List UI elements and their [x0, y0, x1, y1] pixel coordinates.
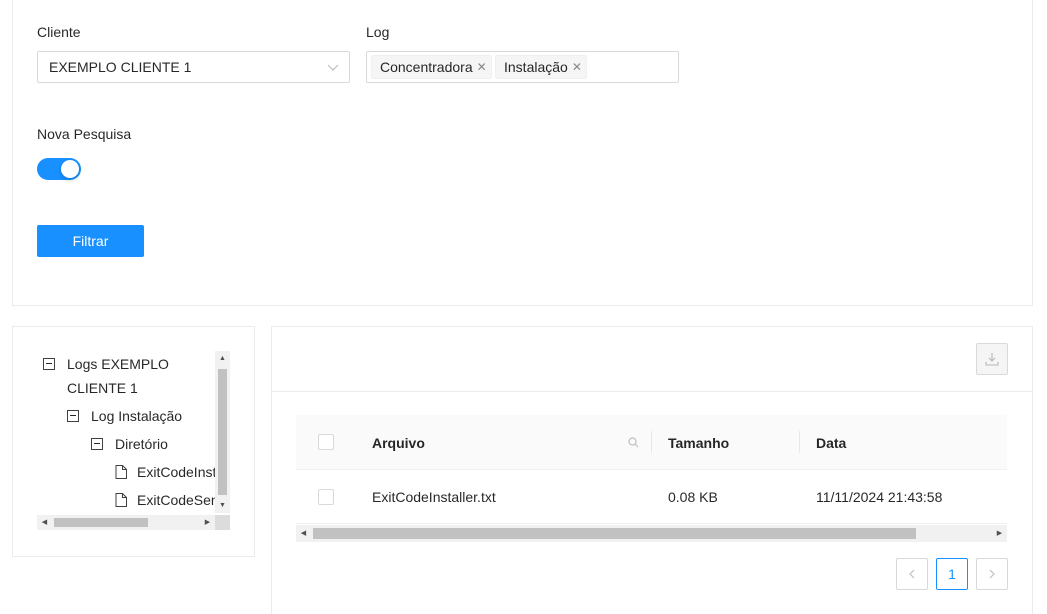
tree-node-diretorio[interactable]: Diretório — [91, 432, 168, 456]
log-multiselect[interactable]: Concentradora ✕ Instalação ✕ — [366, 51, 679, 83]
file-icon — [115, 465, 127, 479]
table-header: Arquivo Tamanho Data — [296, 415, 1007, 470]
column-separator — [799, 431, 800, 453]
chevron-down-icon — [327, 64, 339, 71]
file-icon — [115, 493, 127, 507]
scroll-down-icon[interactable]: ▼ — [215, 498, 230, 513]
filtrar-button[interactable]: Filtrar — [37, 225, 144, 257]
tree-view: Logs EXEMPLO CLIENTE 1 Log Instalação Di… — [37, 351, 230, 519]
scroll-thumb[interactable] — [313, 528, 916, 539]
scrollbar-corner — [215, 515, 230, 530]
tree-node-label: Log Instalação — [91, 408, 183, 424]
tree-root-line1: Logs EXEMPLO — [67, 356, 169, 372]
column-header-data[interactable]: Data — [816, 415, 846, 470]
log-label: Log — [366, 24, 390, 40]
search-icon[interactable] — [628, 437, 639, 448]
tree-vertical-scrollbar[interactable]: ▲ ▼ — [215, 351, 230, 513]
filter-panel — [12, 0, 1033, 306]
nova-pesquisa-switch[interactable] — [37, 158, 81, 180]
minus-square-icon[interactable] — [67, 410, 79, 422]
column-separator — [651, 431, 652, 453]
nova-pesquisa-label: Nova Pesquisa — [37, 126, 132, 142]
select-all-checkbox[interactable] — [318, 434, 334, 450]
close-icon[interactable]: ✕ — [572, 60, 582, 74]
tree-node-log-instalacao[interactable]: Log Instalação — [67, 404, 182, 428]
tag-label: Concentradora — [380, 59, 473, 75]
tree-node-root[interactable]: Logs EXEMPLO CLIENTE 1 — [43, 352, 169, 400]
tag-label: Instalação — [504, 59, 568, 75]
scroll-up-icon[interactable]: ▲ — [215, 351, 230, 366]
cliente-select[interactable]: EXEMPLO CLIENTE 1 — [37, 51, 350, 83]
minus-square-icon[interactable] — [91, 438, 103, 450]
cell-arquivo: ExitCodeInstaller.txt — [372, 489, 496, 505]
pagination-next-button[interactable] — [976, 558, 1008, 590]
tree-root-line2: CLIENTE 1 — [67, 380, 138, 396]
scroll-thumb[interactable] — [218, 369, 227, 495]
tree-node-file-1[interactable]: ExitCodeInstaller.txt — [115, 460, 230, 484]
pagination-prev-button[interactable] — [896, 558, 928, 590]
close-icon[interactable]: ✕ — [477, 60, 487, 74]
download-button[interactable] — [976, 343, 1008, 375]
tree-node-file-2[interactable]: ExitCodeSender.txt — [115, 488, 230, 512]
cell-tamanho: 0.08 KB — [668, 489, 718, 505]
pagination-page-1[interactable]: 1 — [936, 558, 968, 590]
column-header-tamanho[interactable]: Tamanho — [668, 415, 729, 470]
tree-horizontal-scrollbar[interactable]: ◀ ▶ — [37, 515, 215, 530]
scroll-right-icon[interactable]: ▶ — [200, 515, 215, 530]
right-icon — [989, 569, 995, 579]
tree-node-root-label: Logs EXEMPLO CLIENTE 1 — [67, 352, 169, 400]
left-icon — [909, 569, 915, 579]
log-tag-concentradora: Concentradora ✕ — [371, 55, 492, 79]
panel-divider — [272, 391, 1032, 392]
scroll-left-icon[interactable]: ◀ — [296, 525, 311, 542]
cliente-label: Cliente — [37, 24, 81, 40]
scroll-thumb[interactable] — [54, 518, 148, 527]
scroll-right-icon[interactable]: ▶ — [992, 525, 1007, 542]
log-tag-instalacao: Instalação ✕ — [495, 55, 587, 79]
cell-data: 11/11/2024 21:43:58 — [816, 489, 943, 505]
cliente-select-value: EXEMPLO CLIENTE 1 — [49, 59, 192, 75]
table-row[interactable]: ExitCodeInstaller.txt 0.08 KB 11/11/2024… — [296, 470, 1007, 524]
switch-knob — [61, 160, 79, 178]
minus-square-icon[interactable] — [43, 358, 55, 370]
column-header-arquivo[interactable]: Arquivo — [372, 415, 425, 470]
download-icon — [985, 353, 999, 366]
scroll-left-icon[interactable]: ◀ — [37, 515, 52, 530]
table-horizontal-scrollbar[interactable]: ◀ ▶ — [296, 525, 1007, 542]
row-checkbox[interactable] — [318, 489, 334, 505]
tree-node-label: Diretório — [115, 436, 168, 452]
